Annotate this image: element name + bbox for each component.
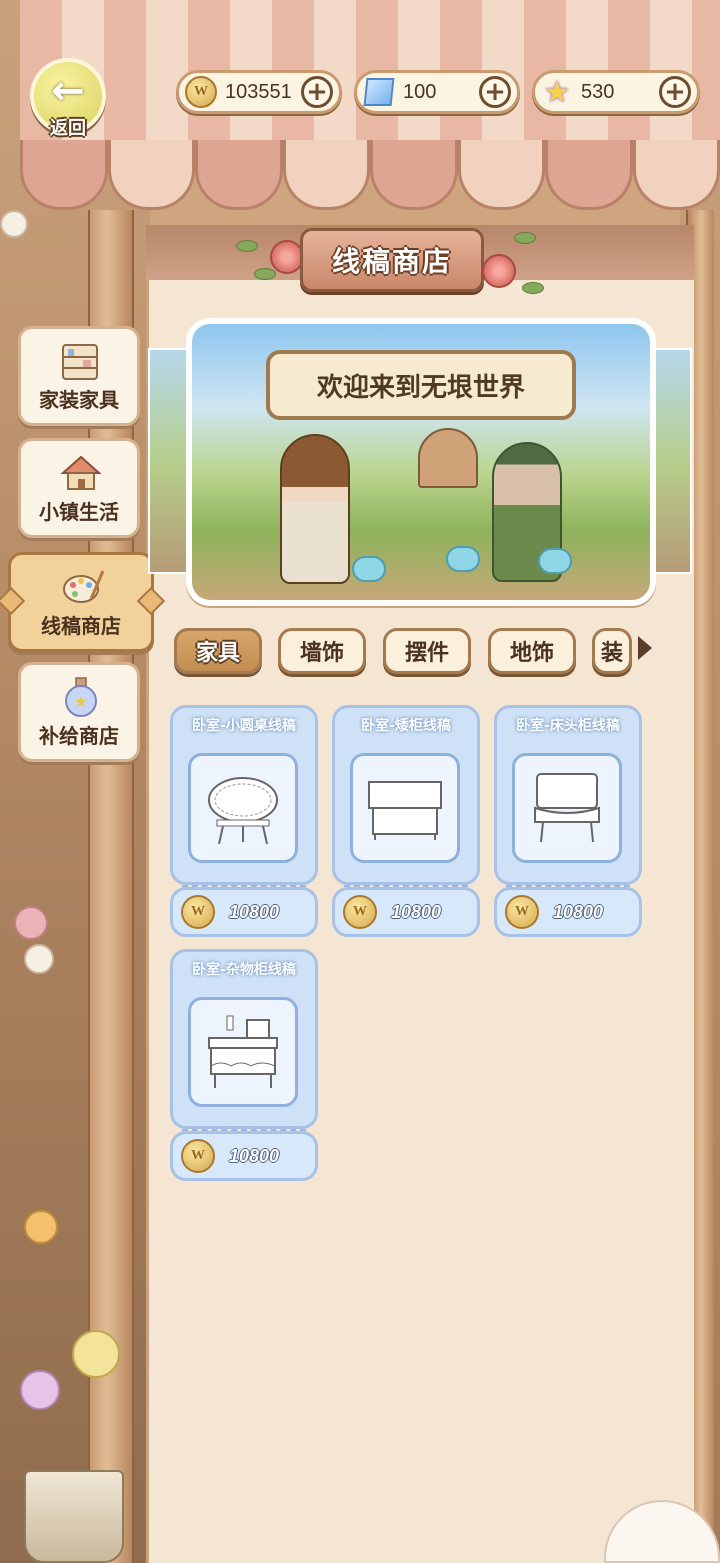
item-price[interactable]: W 10800	[170, 1131, 318, 1181]
sidebar-item-home-furniture[interactable]: 家装家具	[18, 326, 140, 426]
sprout-creature	[446, 546, 480, 572]
welcome-banner[interactable]: 欢迎来到无垠世界	[186, 318, 656, 606]
item-image	[188, 753, 298, 863]
shop-item-card[interactable]: 卧室-床头柜线稿 W 10800	[494, 705, 642, 939]
sidebar-item-label: 家装家具	[39, 388, 119, 412]
tab-floor-decor[interactable]: 地饰	[488, 628, 576, 674]
add-crystal-button[interactable]: +	[479, 76, 511, 108]
back-arrow-icon: ←	[51, 68, 85, 114]
star-balance: ★ 530 +	[532, 70, 700, 114]
tab-furniture[interactable]: 家具	[174, 628, 262, 674]
price-value: 10800	[229, 901, 280, 922]
banner-sign: 欢迎来到无垠世界	[266, 350, 576, 420]
storage-shelf-sketch-icon	[208, 1015, 278, 1088]
white-flower-decoration	[24, 944, 54, 974]
rose-decoration	[482, 254, 516, 288]
item-price[interactable]: W 10800	[494, 887, 642, 937]
leaf-decoration	[254, 268, 276, 280]
rose-decoration	[270, 240, 304, 274]
crystal-cube-icon	[363, 78, 395, 106]
yellow-flower-decoration	[24, 1210, 58, 1244]
item-image	[350, 753, 460, 863]
crystal-value: 100	[403, 80, 437, 103]
leaf-decoration	[236, 240, 258, 252]
sidebar-item-sketch-shop[interactable]: 线稿商店	[8, 552, 154, 652]
price-value: 10800	[553, 901, 604, 922]
coin-icon: W	[185, 76, 217, 108]
leaf-decoration	[514, 232, 536, 244]
banner-next-thumbnail[interactable]	[652, 348, 692, 574]
item-image	[188, 997, 298, 1107]
coin-icon: W	[343, 895, 377, 929]
leaf-decoration	[522, 282, 544, 294]
coin-icon: W	[181, 895, 215, 929]
shop-item-card[interactable]: 卧室-小圆桌线稿 W 10800	[170, 705, 318, 939]
shop-title: 线稿商店	[331, 245, 452, 278]
star-icon: ★	[543, 74, 571, 110]
back-label[interactable]: 返回	[42, 114, 94, 140]
price-value: 10800	[391, 901, 442, 922]
banner-text: 欢迎来到无垠世界	[316, 372, 525, 403]
shop-item-card[interactable]: 卧室-矮柜线稿 W 10800	[332, 705, 480, 939]
coin-balance: W 103551 +	[176, 70, 342, 114]
furniture-shelf-icon	[62, 344, 98, 380]
sidebar-item-label: 线稿商店	[41, 614, 121, 638]
tab-ornaments[interactable]: 摆件	[383, 628, 471, 674]
low-cabinet-sketch-icon	[368, 781, 442, 840]
item-price[interactable]: W 10800	[170, 887, 318, 937]
crystal-balance: 100 +	[354, 70, 520, 114]
boy-character	[280, 434, 350, 584]
coin-value: 103551	[225, 80, 292, 103]
add-star-button[interactable]: +	[659, 76, 691, 108]
price-value: 10800	[229, 1145, 280, 1166]
item-name: 卧室-小圆桌线稿	[192, 718, 296, 734]
shop-title-plate: 线稿商店	[300, 228, 484, 292]
yellow-rose-decoration	[72, 1330, 120, 1378]
town-house-icon	[60, 455, 102, 490]
nightstand-sketch-icon	[534, 773, 600, 843]
coin-icon: W	[505, 895, 539, 929]
add-coin-button[interactable]: +	[301, 76, 333, 108]
sidebar-item-supply-shop[interactable]: ★ 补给商店	[18, 662, 140, 762]
tabs-scroll-right-icon[interactable]	[638, 636, 652, 660]
item-image	[512, 753, 622, 863]
cottage-illustration	[418, 428, 478, 488]
coin-icon: W	[181, 1139, 215, 1173]
star-value: 530	[581, 80, 615, 103]
item-name: 卧室-杂物柜线稿	[192, 962, 296, 978]
shop-item-card[interactable]: 卧室-杂物柜线稿 W 10800	[170, 949, 318, 1183]
pink-flower-decoration	[14, 906, 48, 940]
sprout-creature	[538, 548, 572, 574]
item-name: 卧室-矮柜线稿	[361, 718, 451, 734]
item-name: 卧室-床头柜线稿	[516, 718, 620, 734]
flower-pot	[24, 1470, 124, 1563]
tab-wall-decor[interactable]: 墙饰	[278, 628, 366, 674]
purple-flower-decoration	[20, 1370, 60, 1410]
round-table-sketch-icon	[208, 777, 278, 845]
sidebar-item-town-life[interactable]: 小镇生活	[18, 438, 140, 538]
sprout-creature	[352, 556, 386, 582]
sidebar-item-label: 补给商店	[39, 724, 119, 748]
tab-decoration-partial[interactable]: 装	[592, 628, 632, 674]
sidebar-item-label: 小镇生活	[39, 500, 119, 524]
banner-prev-thumbnail[interactable]	[148, 348, 188, 574]
white-flower-decoration	[0, 210, 28, 238]
potion-bottle-icon: ★	[65, 677, 97, 717]
svg-text:★: ★	[74, 692, 88, 711]
palette-icon	[63, 570, 105, 603]
item-price[interactable]: W 10800	[332, 887, 480, 937]
banner-illustration: 欢迎来到无垠世界	[192, 324, 650, 600]
